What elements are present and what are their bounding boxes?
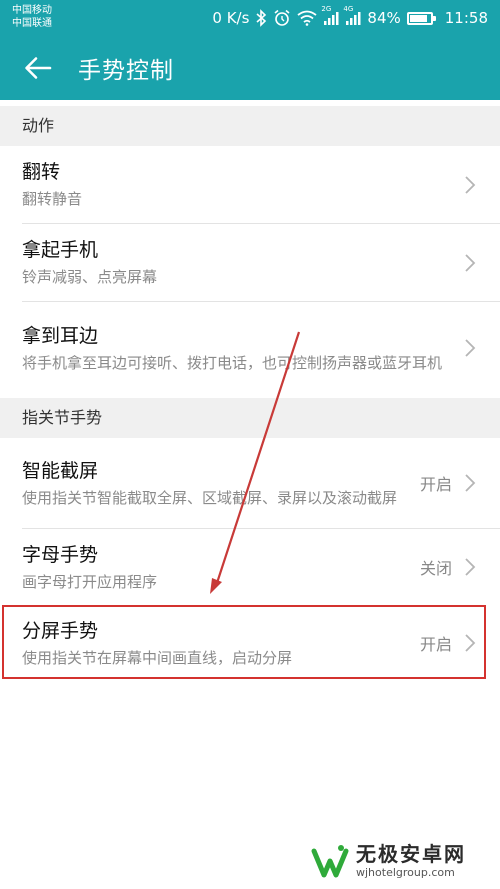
status-icons: 0 K/s 2G 4G 84% 11:58 [212, 5, 488, 29]
item-subtitle: 画字母打开应用程序 [22, 572, 158, 591]
back-arrow-icon [25, 57, 52, 79]
section-header-actions: 动作 [0, 106, 500, 146]
item-title: 拿起手机 [22, 239, 99, 261]
chevron-right-icon [464, 557, 476, 577]
carrier-info: 中国移动 中国联通 [12, 4, 52, 30]
watermark-logo-icon [311, 845, 349, 878]
app-header: 中国移动 中国联通 0 K/s 2G 4G 84% 11:58 手势控制 [0, 0, 500, 100]
chevron-right-icon [464, 473, 476, 493]
alarm-icon [273, 9, 291, 27]
battery-percent: 84% [367, 9, 401, 27]
bluetooth-icon [255, 9, 267, 27]
signal-2g-icon: 2G [321, 5, 339, 25]
item-subtitle: 翻转静音 [22, 190, 83, 208]
page-title: 手势控制 [78, 58, 174, 84]
chevron-right-icon [464, 253, 476, 273]
list-item-letter-gesture[interactable]: 字母手势 画字母打开应用程序 关闭 [0, 529, 500, 605]
watermark-url: wjhotelgroup.com [356, 866, 455, 879]
toolbar: 手势控制 [0, 36, 500, 100]
status-bar: 中国移动 中国联通 0 K/s 2G 4G 84% 11:58 [0, 0, 500, 36]
item-subtitle: 使用指关节智能截取全屏、区域截屏、录屏以及滚动截屏 [22, 488, 398, 507]
battery-icon [406, 11, 436, 25]
item-title: 字母手势 [22, 543, 99, 566]
item-subtitle: 铃声减弱、点亮屏幕 [22, 268, 158, 286]
list-item-flip[interactable]: 翻转 翻转静音 [0, 146, 500, 223]
section-header-knuckle-gestures: 指关节手势 [0, 398, 500, 438]
carrier-1: 中国移动 [12, 5, 52, 16]
clock-time: 11:58 [444, 9, 488, 27]
annotation-highlight-box [2, 605, 486, 679]
watermark-title: 无极安卓网 [356, 842, 466, 866]
signal-4g-icon: 4G [343, 5, 361, 25]
item-title: 拿到耳边 [22, 324, 99, 347]
chevron-right-icon [464, 175, 476, 195]
list-item-pick-up[interactable]: 拿起手机 铃声减弱、点亮屏幕 [0, 224, 500, 301]
watermark: 无极安卓网 wjhotelgroup.com [310, 838, 495, 884]
chevron-right-icon [464, 338, 476, 358]
item-title: 智能截屏 [22, 459, 99, 482]
item-title: 翻转 [22, 161, 61, 183]
status-value: 开启 [419, 475, 452, 494]
status-value: 关闭 [419, 559, 452, 578]
list-item-raise-to-ear[interactable]: 拿到耳边 将手机拿至耳边可接听、拨打电话，也可控制扬声器或蓝牙耳机 [0, 302, 500, 394]
carrier-2: 中国联通 [12, 18, 52, 29]
wifi-icon [297, 10, 317, 26]
list-item-smart-screenshot[interactable]: 智能截屏 使用指关节智能截取全屏、区域截屏、录屏以及滚动截屏 开启 [0, 438, 500, 528]
network-speed: 0 K/s [212, 9, 250, 27]
item-subtitle: 将手机拿至耳边可接听、拨打电话，也可控制扬声器或蓝牙耳机 [22, 353, 443, 372]
back-button[interactable] [18, 48, 58, 88]
